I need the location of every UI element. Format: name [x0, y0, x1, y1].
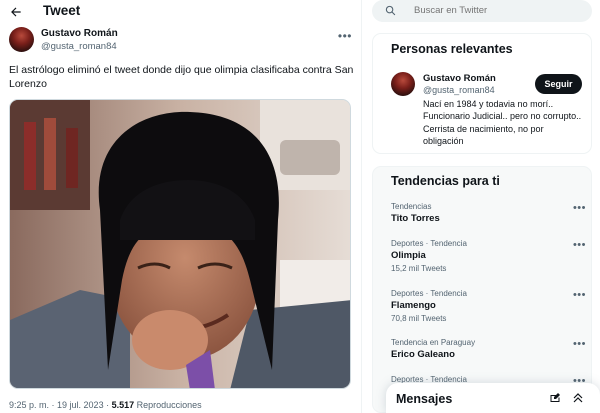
views-label: Reproducciones [134, 400, 202, 410]
search-input[interactable] [414, 5, 584, 16]
author-handle[interactable]: @gusta_roman84 [41, 41, 117, 52]
person-avatar[interactable] [391, 72, 415, 96]
trend-context: Deportes · Tendencia [391, 239, 467, 248]
trend-item[interactable]: Deportes · Tendencia Olimpia 15,2 mil Tw… [391, 239, 586, 273]
tweet-media-image[interactable] [9, 99, 351, 389]
tweet-time[interactable]: 9:25 p. m. [9, 400, 49, 410]
tweet-header: Tweet [0, 0, 362, 24]
messages-title: Mensajes [396, 392, 453, 406]
new-message-icon[interactable] [549, 392, 561, 404]
author-name[interactable]: Gustavo Román [41, 28, 118, 39]
trend-name: Flamengo [391, 300, 436, 311]
person-bio: Nací en 1984 y todavia no morí.. Funcion… [423, 99, 582, 146]
more-options-icon[interactable]: ••• [338, 30, 352, 42]
search-icon [385, 5, 396, 16]
author-avatar[interactable] [9, 27, 34, 52]
meta-separator: · [49, 400, 58, 410]
trend-item[interactable]: Tendencias Tito Torres ••• [391, 202, 586, 224]
more-options-icon[interactable]: ••• [573, 338, 586, 350]
chevron-up-icon[interactable] [572, 392, 584, 404]
trend-count: 70,8 mil Tweets [391, 314, 447, 323]
messages-drawer[interactable]: Mensajes [386, 383, 600, 413]
follow-button[interactable]: Seguir [535, 74, 582, 94]
trends-title: Tendencias para ti [391, 174, 500, 188]
tweet-meta: 9:25 p. m. · 19 jul. 2023 · 5.517 Reprod… [9, 400, 202, 410]
trend-context: Tendencias [391, 202, 432, 211]
more-options-icon[interactable]: ••• [573, 239, 586, 251]
search-bar[interactable] [372, 0, 592, 22]
media-illustration [10, 100, 350, 388]
back-arrow-icon[interactable] [9, 5, 23, 19]
trend-item[interactable]: Deportes · Tendencia Flamengo 70,8 mil T… [391, 289, 586, 323]
person-name[interactable]: Gustavo Román [423, 73, 496, 84]
trend-count: 15,2 mil Tweets [391, 264, 447, 273]
meta-separator: · [103, 400, 112, 410]
trends-card: Tendencias para ti Tendencias Tito Torre… [372, 166, 592, 413]
tweet-date[interactable]: 19 jul. 2023 [57, 400, 104, 410]
tweet-text: El astrólogo eliminó el tweet donde dijo… [9, 64, 354, 90]
view-count: 5.517 [111, 400, 135, 410]
more-options-icon[interactable]: ••• [573, 202, 586, 214]
trend-name: Olimpia [391, 250, 426, 261]
trend-context: Deportes · Tendencia [391, 289, 467, 298]
main-column: Tweet Gustavo Román @gusta_roman84 ••• E… [0, 0, 362, 413]
page-title: Tweet [43, 3, 81, 18]
trend-context: Tendencia en Paraguay [391, 338, 476, 347]
right-sidebar: Personas relevantes Gustavo Román @gusta… [372, 0, 600, 413]
trend-name: Erico Galeano [391, 349, 455, 360]
more-options-icon[interactable]: ••• [573, 289, 586, 301]
relevant-people-title: Personas relevantes [391, 42, 513, 56]
tweet-author: Gustavo Román @gusta_roman84 ••• [9, 27, 354, 55]
trend-name: Tito Torres [391, 213, 440, 224]
trend-item[interactable]: Tendencia en Paraguay Erico Galeano ••• [391, 338, 586, 360]
person-handle[interactable]: @gusta_roman84 [423, 85, 495, 95]
relevant-people-card: Personas relevantes Gustavo Román @gusta… [372, 33, 592, 154]
